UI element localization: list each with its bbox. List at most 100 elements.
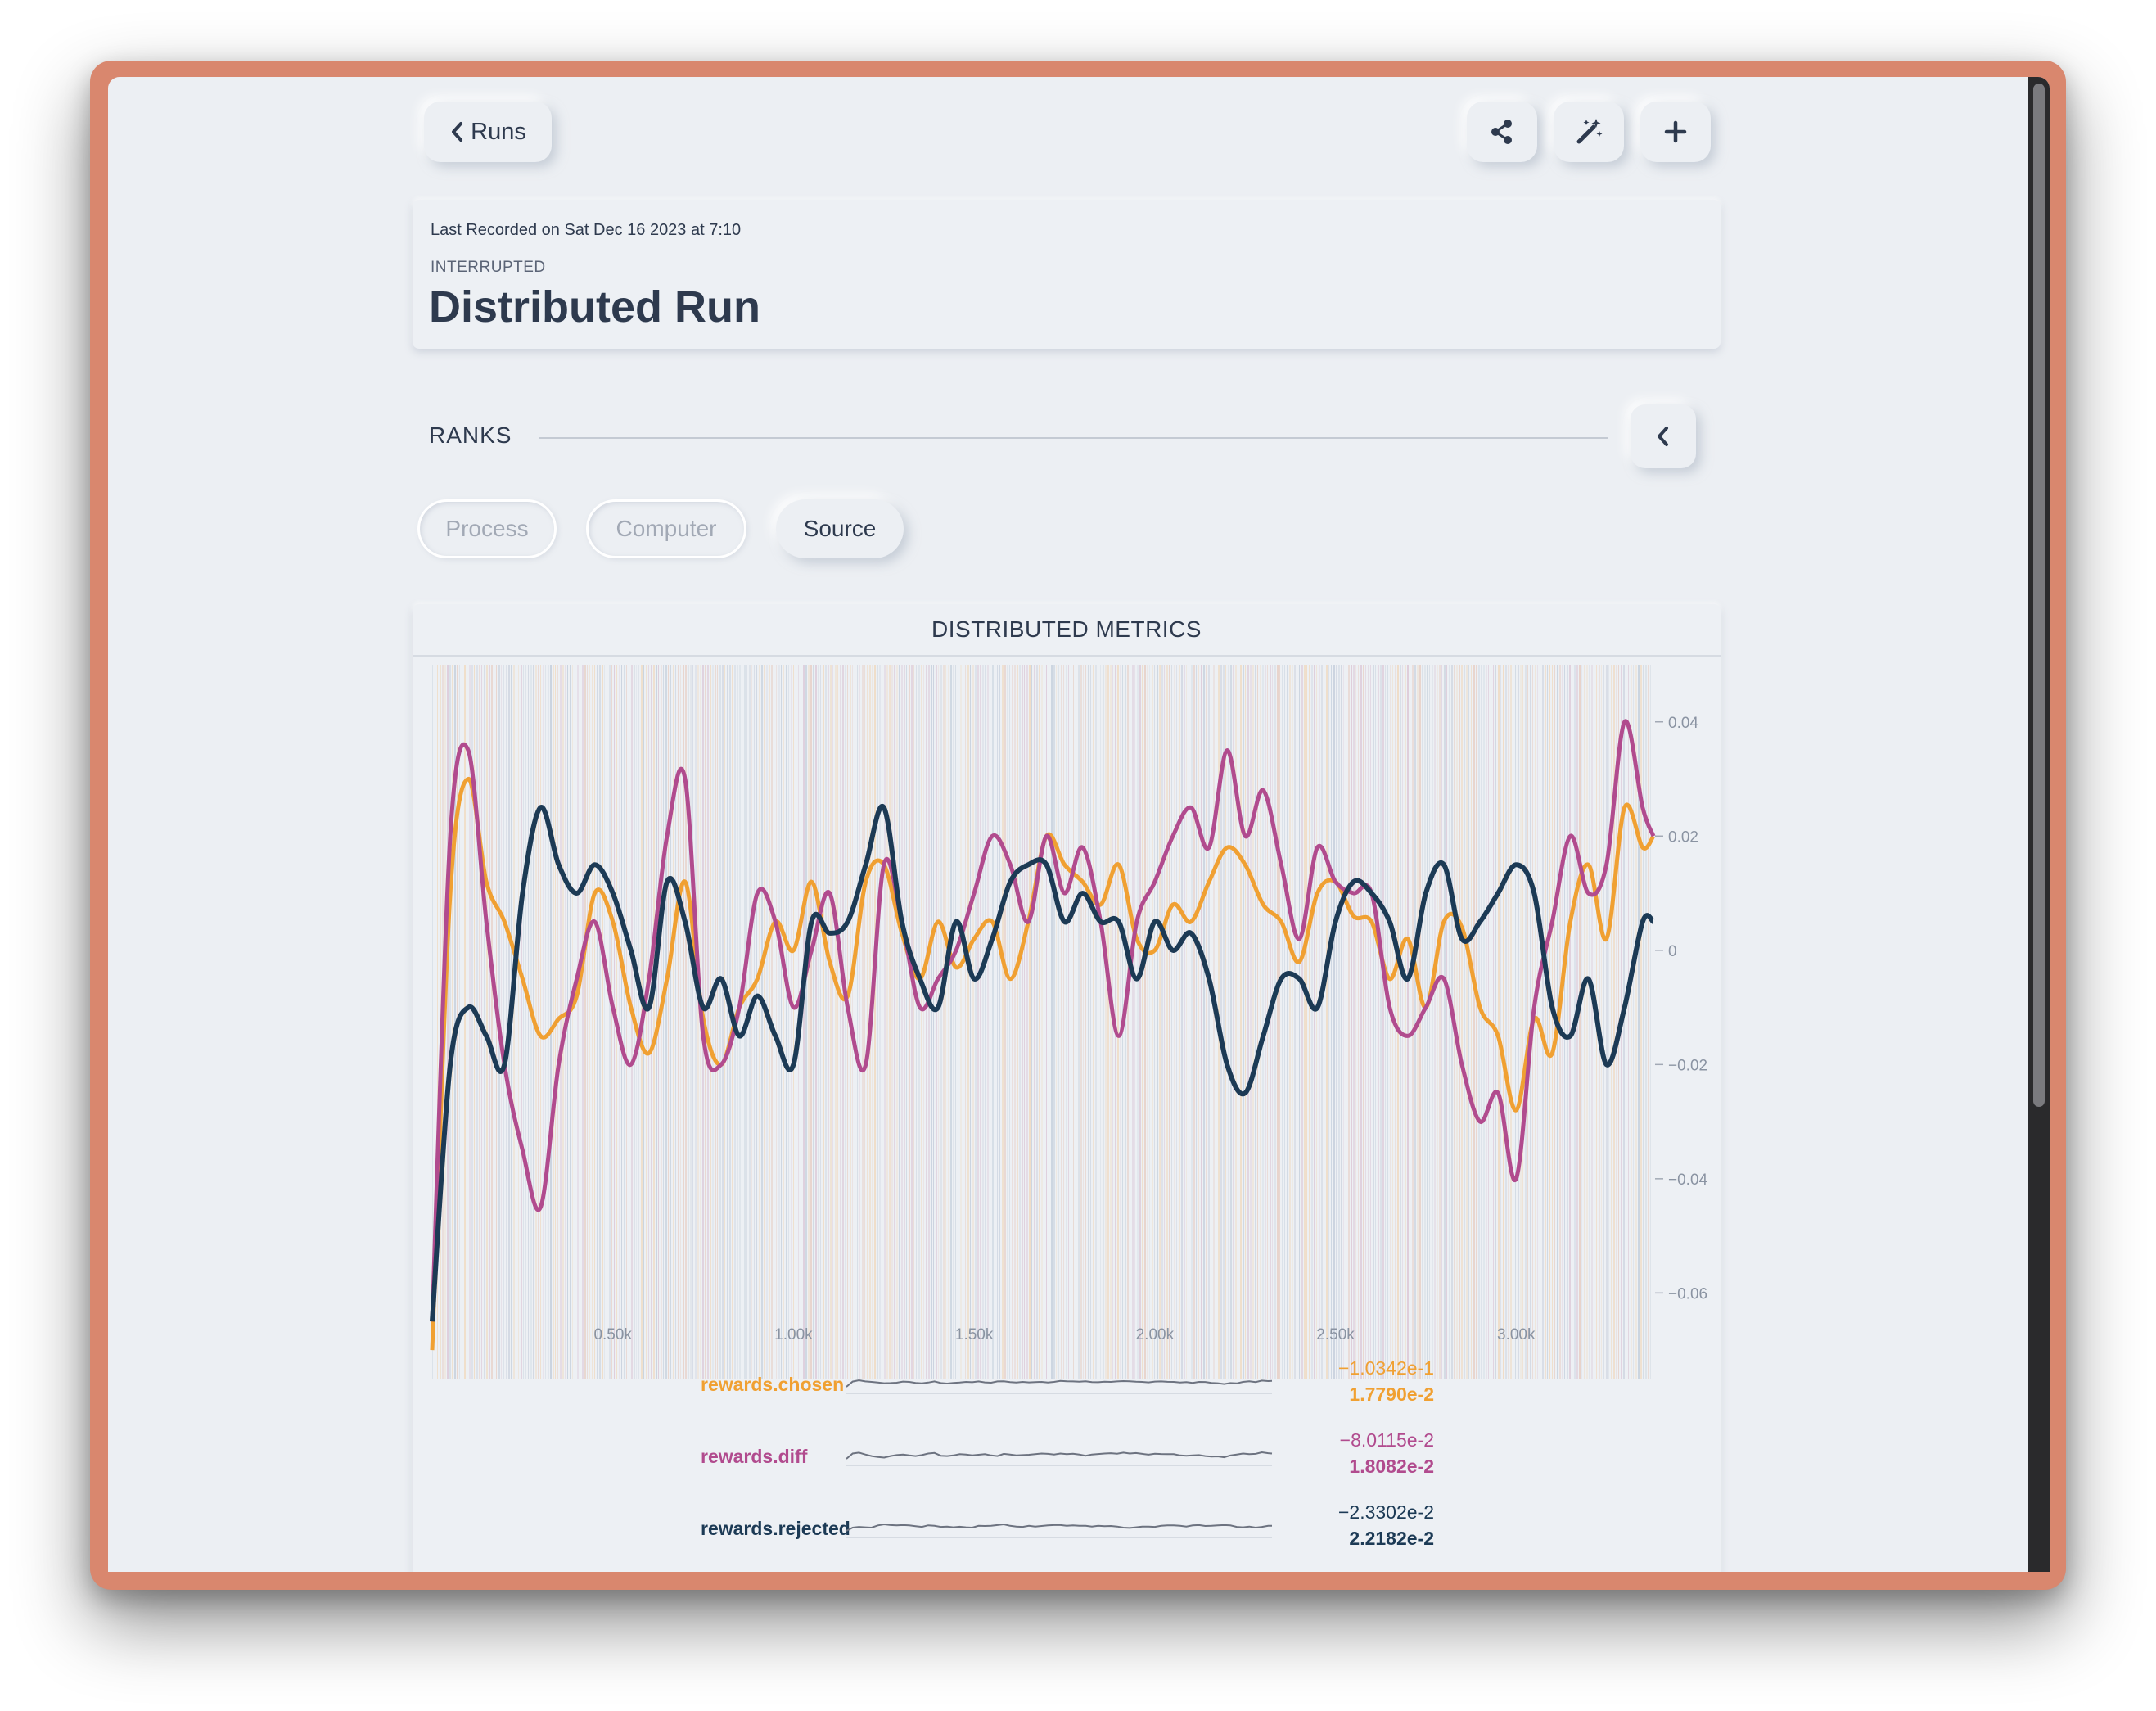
background-bar bbox=[523, 665, 524, 1379]
background-bar bbox=[1142, 665, 1143, 1379]
metrics-chart[interactable]: 0.04 0.02 0 −0.02 −0.04 −0.06 0.50k 1.00k 1.50k 2… bbox=[413, 661, 1721, 1382]
background-bar bbox=[710, 665, 711, 1379]
background-bar bbox=[1353, 665, 1355, 1379]
background-bar bbox=[877, 665, 878, 1379]
background-bar bbox=[697, 665, 699, 1379]
background-bar bbox=[1257, 665, 1258, 1379]
background-bar bbox=[1277, 665, 1279, 1379]
background-bar bbox=[1382, 665, 1384, 1379]
background-bar bbox=[1093, 665, 1094, 1379]
tab-process[interactable]: Process bbox=[417, 499, 557, 558]
share-button[interactable] bbox=[1467, 102, 1537, 162]
background-bar bbox=[1161, 665, 1163, 1379]
background-bar bbox=[936, 665, 937, 1379]
run-header-card: Last Recorded on Sat Dec 16 2023 at 7:10… bbox=[413, 200, 1721, 349]
background-bar bbox=[1154, 665, 1155, 1379]
magic-wand-button[interactable] bbox=[1554, 102, 1624, 162]
back-button-label: Runs bbox=[471, 118, 526, 145]
background-bar bbox=[484, 665, 485, 1379]
sparkline-path bbox=[846, 1451, 1273, 1460]
background-bar bbox=[928, 665, 930, 1379]
background-bar bbox=[577, 665, 579, 1379]
background-bar bbox=[1240, 665, 1242, 1379]
background-bar bbox=[1441, 665, 1442, 1379]
sparkline bbox=[846, 1451, 1273, 1466]
legend-row-rewards-diff[interactable]: rewards.diff −8.0115e-2 1.8082e-2 bbox=[413, 1429, 1721, 1495]
background-bar bbox=[739, 665, 741, 1379]
background-bar bbox=[1024, 665, 1025, 1379]
background-bar bbox=[933, 665, 934, 1379]
background-bar bbox=[1198, 665, 1199, 1379]
background-bar bbox=[604, 665, 605, 1379]
app-window: Runs Last Recorded on Sat Dec 16 2023 at… bbox=[90, 61, 2066, 1590]
share-icon bbox=[1491, 120, 1512, 144]
scrollbar-thumb[interactable] bbox=[2033, 84, 2045, 1107]
background-bar bbox=[845, 665, 846, 1379]
ranks-collapse-button[interactable] bbox=[1631, 404, 1696, 468]
legend-row-rewards-rejected[interactable]: rewards.rejected −2.3302e-2 2.2182e-2 bbox=[413, 1501, 1721, 1567]
background-bar bbox=[1046, 665, 1047, 1379]
background-bar bbox=[847, 665, 848, 1379]
background-bar bbox=[489, 665, 490, 1379]
background-bar bbox=[1103, 665, 1104, 1379]
background-bar bbox=[1051, 665, 1053, 1379]
legend-row-rewards-chosen[interactable]: rewards.chosen −1.0342e-1 1.7790e-2 bbox=[413, 1357, 1721, 1423]
background-bar bbox=[1225, 665, 1226, 1379]
back-to-runs-button[interactable]: Runs bbox=[424, 102, 552, 162]
background-bar bbox=[1405, 665, 1406, 1379]
background-bar bbox=[587, 665, 588, 1379]
background-bar bbox=[1022, 665, 1023, 1379]
background-bar bbox=[818, 665, 819, 1379]
background-bar bbox=[1498, 665, 1500, 1379]
background-bar bbox=[948, 665, 949, 1379]
background-bar bbox=[1041, 665, 1043, 1379]
ranks-section-label: RANKS bbox=[429, 422, 512, 448]
series-name: rewards.chosen bbox=[701, 1374, 845, 1395]
background-bar bbox=[1589, 665, 1590, 1379]
background-bar bbox=[1083, 665, 1084, 1379]
distributed-metrics-card: DISTRIBUTED METRICS 0.04 0.02 0 −0.02 −0.04 −… bbox=[413, 604, 1721, 1572]
background-bar bbox=[825, 665, 827, 1379]
tab-computer[interactable]: Computer bbox=[586, 499, 746, 558]
background-bar bbox=[1427, 665, 1428, 1379]
background-bar bbox=[501, 665, 502, 1379]
background-bar bbox=[1105, 665, 1107, 1379]
background-bar bbox=[1120, 665, 1121, 1379]
background-bar bbox=[572, 665, 573, 1379]
background-bar bbox=[788, 665, 789, 1379]
background-bar bbox=[1336, 665, 1337, 1379]
add-button[interactable] bbox=[1640, 102, 1711, 162]
background-bar bbox=[1061, 665, 1062, 1379]
y-tick-label: −0.02 bbox=[1668, 1057, 1707, 1074]
background-bar bbox=[840, 665, 841, 1379]
background-bar bbox=[759, 665, 760, 1379]
sparkline bbox=[846, 1379, 1273, 1394]
background-bar bbox=[943, 665, 945, 1379]
background-bar bbox=[1294, 665, 1296, 1379]
background-bar bbox=[1085, 665, 1086, 1379]
background-bar bbox=[592, 665, 593, 1379]
background-bar bbox=[1147, 665, 1148, 1379]
background-bar bbox=[724, 665, 725, 1379]
background-bar bbox=[1468, 665, 1469, 1379]
background-bar bbox=[999, 665, 1000, 1379]
background-bar bbox=[1309, 665, 1310, 1379]
background-bar bbox=[1272, 665, 1273, 1379]
background-bar bbox=[1058, 665, 1059, 1379]
background-bar bbox=[452, 665, 453, 1379]
scrollbar[interactable] bbox=[2028, 77, 2050, 1572]
background-bar bbox=[1552, 665, 1553, 1379]
background-bar bbox=[1493, 665, 1494, 1379]
background-bar bbox=[1228, 665, 1229, 1379]
background-bar bbox=[717, 665, 718, 1379]
background-bar bbox=[891, 665, 893, 1379]
background-bar bbox=[1385, 665, 1386, 1379]
background-bar bbox=[1424, 665, 1426, 1379]
background-bar bbox=[1031, 665, 1032, 1379]
background-bar bbox=[719, 665, 721, 1379]
background-bar bbox=[1549, 665, 1550, 1379]
tab-source[interactable]: Source bbox=[776, 499, 904, 558]
background-bar bbox=[820, 665, 821, 1379]
background-bar bbox=[1191, 665, 1193, 1379]
background-bar bbox=[899, 665, 900, 1379]
